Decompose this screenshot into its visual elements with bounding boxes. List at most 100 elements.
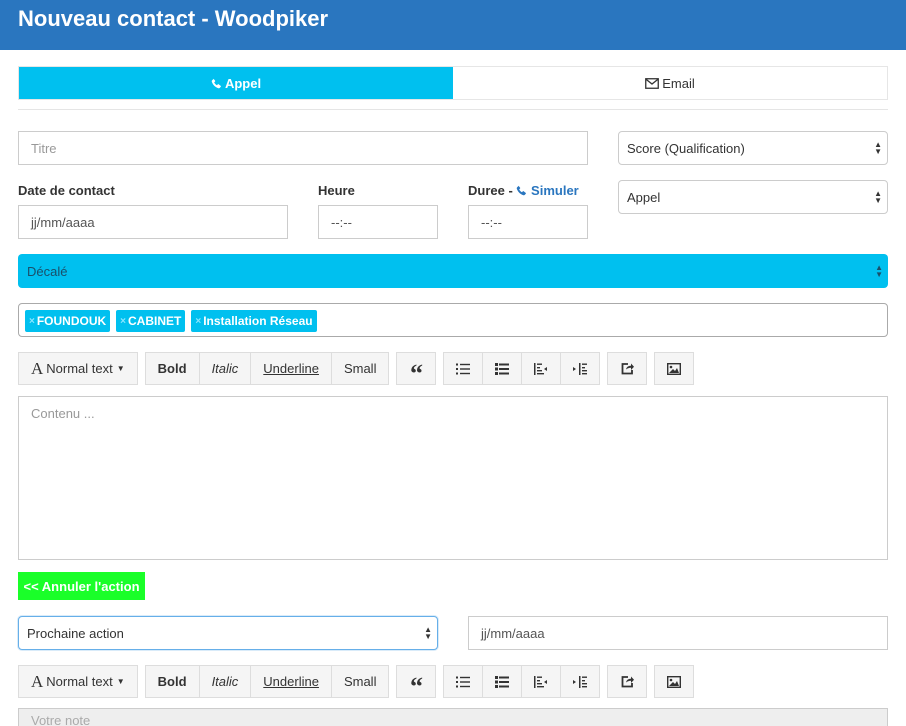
next-action-select-value: Prochaine action (27, 625, 124, 641)
remove-tag-icon[interactable]: × (29, 316, 35, 327)
underline-button[interactable]: Underline (250, 352, 332, 385)
phone-icon (211, 78, 222, 89)
remove-tag-icon[interactable]: × (195, 316, 201, 327)
text-style-label: Normal text (46, 361, 113, 376)
small-button[interactable]: Small (330, 352, 390, 385)
type-select[interactable]: Appel ▲ ▼ (618, 180, 888, 214)
select-arrows-icon: ▲ ▼ (875, 263, 883, 279)
outdent-button[interactable] (521, 665, 562, 698)
list-ol-icon (495, 675, 510, 688)
editor-toolbar-content: A Normal text ▼ Bold Italic Underline Sm… (18, 352, 701, 388)
share-icon (622, 676, 635, 688)
outdent-icon (534, 675, 548, 688)
next-action-date-input[interactable]: jj/mm/aaaa (468, 616, 888, 650)
modal-header: Nouveau contact - Woodpiker (0, 0, 906, 50)
image-icon (667, 675, 682, 688)
tab-appel[interactable]: Appel (19, 67, 453, 99)
cancel-action-button[interactable]: << Annuler l'action (18, 572, 145, 600)
insert-image-button[interactable] (654, 665, 695, 698)
simulate-link[interactable]: Simuler (516, 183, 579, 198)
format-group: Bold Italic Underline Small (144, 352, 390, 385)
share-button[interactable] (607, 352, 648, 385)
simulate-link-label: Simuler (531, 183, 579, 198)
caret-down-icon: ▼ (116, 677, 125, 686)
indent-icon (573, 362, 588, 375)
tag-item[interactable]: × Installation Réseau (191, 310, 317, 332)
image-icon (667, 362, 682, 375)
tab-appel-label: Appel (224, 75, 262, 91)
status-select[interactable]: Décalé ▲ ▼ (18, 254, 888, 288)
small-button[interactable]: Small (330, 665, 390, 698)
quote-button[interactable]: “ (396, 352, 437, 388)
tag-item[interactable]: × FOUNDOUK (25, 310, 111, 332)
font-a-icon: A (31, 358, 44, 378)
text-style-group: A Normal text ▼ (18, 352, 138, 385)
quote-group: “ (396, 665, 437, 701)
tags-input[interactable]: × FOUNDOUK × CABINET × Installation Réseau (18, 303, 888, 337)
content-textarea[interactable]: Contenu ... (18, 396, 888, 560)
quote-button[interactable]: “ (396, 665, 437, 701)
modal-title: Nouveau contact - Woodpiker (18, 6, 329, 31)
format-group: Bold Italic Underline Small (144, 665, 390, 698)
list-ol-icon (495, 362, 510, 375)
date-input-value: jj/mm/aaaa (31, 214, 95, 230)
share-icon (622, 363, 635, 375)
tag-item[interactable]: × CABINET (116, 310, 186, 332)
content-placeholder: Contenu ... (31, 406, 95, 421)
date-input[interactable]: jj/mm/aaaa (18, 205, 288, 239)
list-ul-icon (456, 363, 471, 374)
title-placeholder: Titre (31, 140, 57, 156)
duration-input[interactable]: --:-- (468, 205, 588, 239)
note-textarea[interactable]: Votre note (18, 708, 888, 726)
indent-button[interactable] (560, 352, 601, 385)
tag-label: Installation Réseau (203, 314, 313, 328)
image-group (654, 352, 695, 385)
remove-tag-icon[interactable]: × (120, 316, 126, 327)
link-group (607, 352, 648, 385)
note-placeholder: Votre note (31, 713, 91, 726)
next-action-select[interactable]: Prochaine action ▲ ▼ (18, 616, 438, 650)
font-a-icon: A (31, 671, 44, 691)
unordered-list-button[interactable] (443, 665, 484, 698)
italic-button[interactable]: Italic (198, 352, 252, 385)
link-group (607, 665, 648, 698)
text-style-dropdown[interactable]: A Normal text ▼ (18, 665, 138, 698)
envelope-icon (645, 77, 660, 89)
bold-button[interactable]: Bold (144, 352, 200, 385)
bold-button[interactable]: Bold (144, 665, 200, 698)
caret-down-icon: ▼ (116, 364, 125, 373)
ordered-list-button[interactable] (482, 665, 523, 698)
italic-button[interactable]: Italic (198, 665, 252, 698)
divider (18, 109, 888, 110)
tag-label: FOUNDOUK (36, 314, 107, 328)
indent-button[interactable] (560, 665, 601, 698)
ordered-list-button[interactable] (482, 352, 523, 385)
status-select-value: Décalé (27, 263, 68, 279)
time-input-value: --:-- (331, 214, 352, 230)
quote-group: “ (396, 352, 437, 388)
type-select-value: Appel (627, 189, 661, 205)
insert-image-button[interactable] (654, 352, 695, 385)
time-label: Heure (318, 183, 355, 198)
date-label: Date de contact (18, 183, 115, 198)
text-style-group: A Normal text ▼ (18, 665, 138, 698)
unordered-list-button[interactable] (443, 352, 484, 385)
text-style-label: Normal text (46, 674, 113, 689)
share-button[interactable] (607, 665, 648, 698)
duration-label: Duree - Simuler (468, 183, 579, 198)
select-arrows-icon: ▲ ▼ (424, 625, 432, 641)
score-select[interactable]: Score (Qualification) ▲ ▼ (618, 131, 888, 165)
list-group (443, 665, 601, 698)
select-arrows-icon: ▲ ▼ (874, 140, 882, 156)
text-style-dropdown[interactable]: A Normal text ▼ (18, 352, 138, 385)
time-input[interactable]: --:-- (318, 205, 438, 239)
title-input[interactable]: Titre (18, 131, 588, 165)
phone-icon (517, 185, 527, 196)
contact-type-tabs: Appel Email (18, 66, 888, 100)
underline-button[interactable]: Underline (250, 665, 332, 698)
outdent-button[interactable] (521, 352, 562, 385)
list-ul-icon (456, 676, 471, 687)
tab-email[interactable]: Email (453, 67, 887, 99)
select-arrows-icon: ▲ ▼ (874, 189, 882, 205)
duration-input-value: --:-- (481, 214, 502, 230)
